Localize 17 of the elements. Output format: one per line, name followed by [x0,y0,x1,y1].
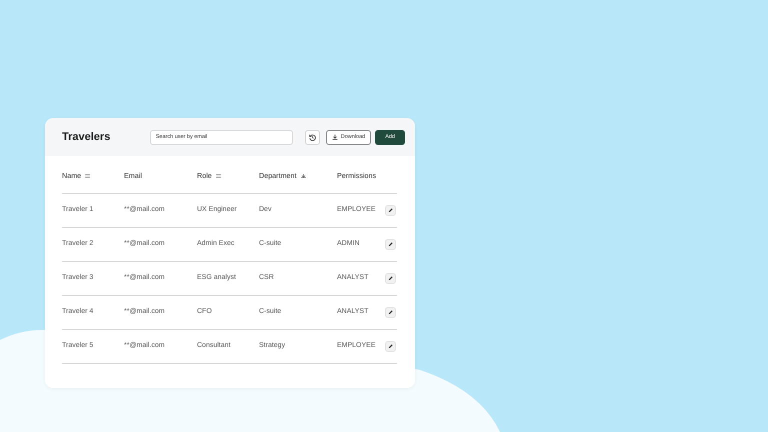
edit-button[interactable] [385,307,396,318]
pencil-icon [388,276,393,281]
edit-button[interactable] [385,273,396,284]
sort-ascending-icon[interactable] [300,174,306,178]
edit-button[interactable] [385,341,396,352]
page-title: Travelers [62,130,110,145]
history-icon [308,134,316,140]
edit-button[interactable] [385,205,396,216]
pencil-icon [388,310,393,315]
sort-icon[interactable] [216,174,221,178]
history-button[interactable] [304,130,320,144]
pencil-icon [388,242,393,247]
pencil-icon [388,344,393,349]
sort-icon[interactable] [85,174,90,178]
download-icon [332,134,338,140]
pencil-icon [388,208,393,213]
edit-button[interactable] [385,239,396,250]
